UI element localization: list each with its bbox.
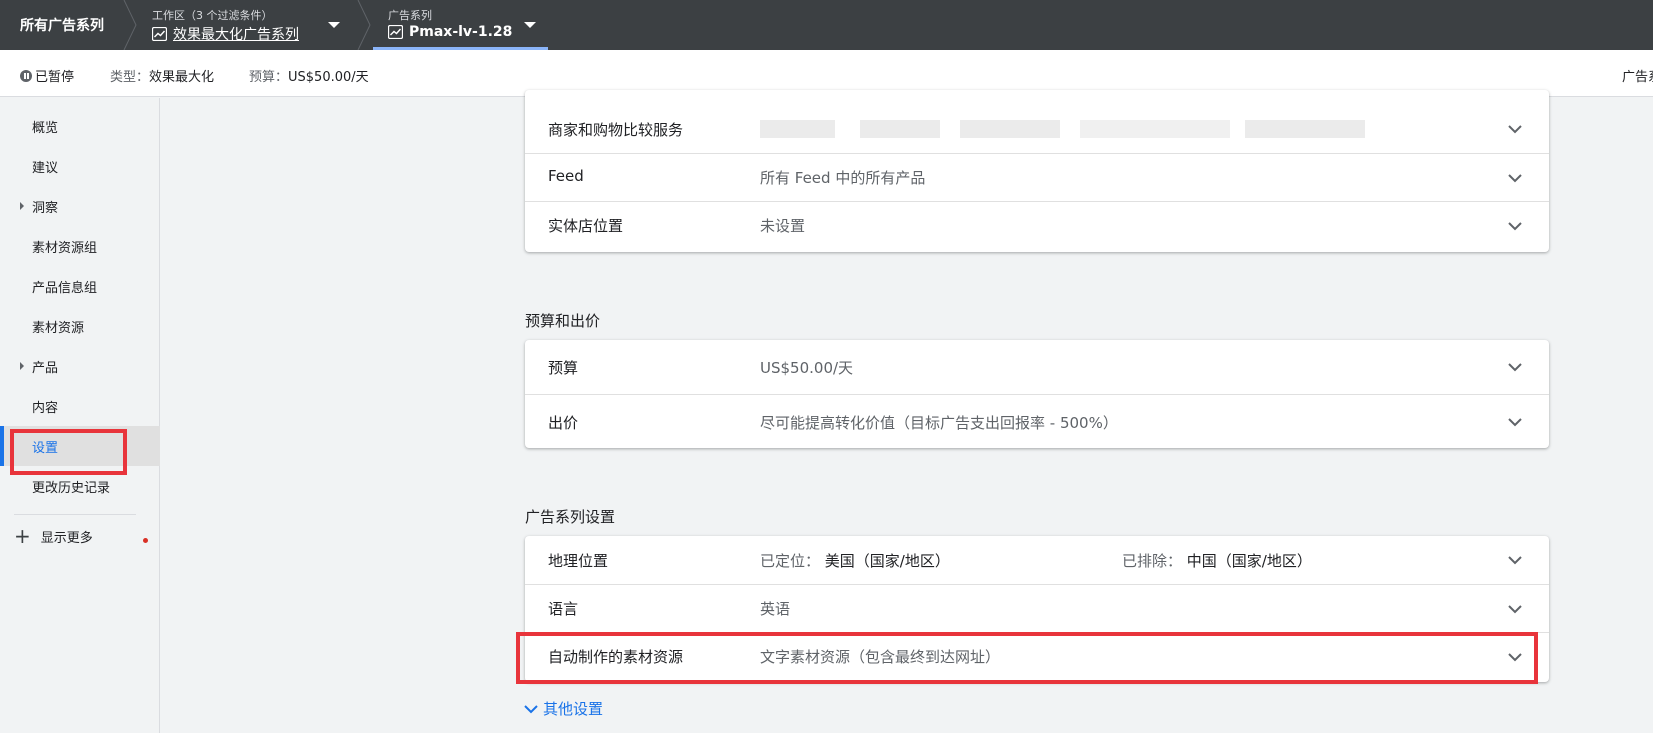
highlight-box-auto-assets bbox=[516, 632, 1538, 684]
location-label: 地理位置 bbox=[548, 552, 609, 570]
excluded-value: 中国（国家/地区） bbox=[1186, 552, 1312, 570]
campaign-settings-title: 广告系列设置 bbox=[525, 508, 616, 526]
chevron-down-icon bbox=[524, 704, 538, 713]
budget-section-title: 预算和出价 bbox=[525, 312, 601, 330]
redacted-value bbox=[1245, 120, 1365, 138]
plus-icon: + bbox=[14, 524, 31, 548]
store-label: 实体店位置 bbox=[548, 217, 624, 235]
campaign-type: 类型：效果最大化 bbox=[110, 66, 214, 85]
feed-label: Feed bbox=[548, 167, 584, 185]
excluded-label: 已排除： bbox=[1122, 552, 1183, 570]
campaign-chart-icon bbox=[388, 25, 403, 39]
budget-bidding-card: 预算 US$50.00/天 出价 尽可能提高转化价值（目标广告支出回报率 - 5… bbox=[525, 340, 1549, 448]
feed-row[interactable]: Feed 所有 Feed 中的所有产品 bbox=[525, 153, 1549, 201]
budget-label: 预算： bbox=[249, 70, 289, 85]
campaign-dropdown-icon[interactable] bbox=[524, 22, 536, 28]
campaign-budget[interactable]: 预算：US$50.00/天 bbox=[249, 66, 369, 85]
breadcrumb-all-campaigns[interactable]: 所有广告系列 bbox=[0, 0, 122, 50]
location-row[interactable]: 地理位置 已定位： 美国（国家/地区） 已排除： 中国（国家/地区） bbox=[525, 536, 1549, 584]
sidebar-item-content[interactable]: 内容 bbox=[0, 386, 160, 426]
budget-row[interactable]: 预算 US$50.00/天 bbox=[525, 340, 1549, 394]
sidebar-item-asset-groups[interactable]: 素材资源组 bbox=[0, 226, 160, 266]
redacted-value bbox=[960, 120, 1060, 138]
sidebar-item-label: 洞察 bbox=[32, 200, 59, 216]
breadcrumb-root-label: 所有广告系列 bbox=[20, 18, 104, 34]
language-label: 语言 bbox=[548, 600, 579, 618]
type-label: 类型： bbox=[110, 70, 150, 85]
sidebar-item-label: 产品信息组 bbox=[32, 280, 98, 296]
breadcrumb-separator bbox=[357, 0, 371, 50]
targeted-value: 美国（国家/地区） bbox=[824, 552, 950, 570]
store-value: 未设置 bbox=[760, 217, 806, 235]
chevron-down-icon[interactable] bbox=[1507, 121, 1523, 137]
chevron-down-icon[interactable] bbox=[1507, 601, 1523, 617]
sidebar-item-label: 建议 bbox=[32, 160, 59, 176]
bidding-label: 出价 bbox=[548, 414, 579, 432]
language-row[interactable]: 语言 英语 bbox=[525, 584, 1549, 632]
bidding-value: 尽可能提高转化价值（目标广告支出回报率 - 500%） bbox=[760, 414, 1118, 432]
chevron-down-icon[interactable] bbox=[1507, 218, 1523, 234]
redacted-value bbox=[760, 120, 835, 138]
breadcrumb-campaign[interactable]: 广告系列 Pmax-lv-1.28 bbox=[376, 0, 551, 50]
campaign-chart-icon bbox=[152, 27, 167, 41]
status-badge[interactable]: 已暂停 bbox=[20, 66, 74, 85]
expand-triangle-icon[interactable] bbox=[20, 362, 24, 370]
sidebar-item-label: 概览 bbox=[32, 120, 59, 136]
workspace-value[interactable]: 效果最大化广告系列 bbox=[173, 24, 299, 44]
status-text: 已暂停 bbox=[35, 70, 75, 85]
workspace-label: 工作区（3 个过滤条件） bbox=[152, 9, 273, 22]
sidebar-nav: 概览 建议 洞察 素材资源组 产品信息组 素材资源 产品 内容 设置 更改历史记… bbox=[0, 98, 160, 733]
budget-row-label: 预算 bbox=[548, 359, 579, 377]
redacted-value bbox=[1080, 120, 1230, 138]
sidebar-item-overview[interactable]: 概览 bbox=[0, 106, 160, 146]
sidebar-item-products[interactable]: 产品 bbox=[0, 346, 160, 386]
sidebar-item-assets[interactable]: 素材资源 bbox=[0, 306, 160, 346]
breadcrumb-workspace[interactable]: 工作区（3 个过滤条件） 效果最大化广告系列 bbox=[140, 0, 350, 50]
show-more-label: 显示更多 bbox=[40, 530, 93, 546]
budget-value: US$50.00/天 bbox=[288, 70, 369, 85]
sidebar-item-listing-groups[interactable]: 产品信息组 bbox=[0, 266, 160, 306]
notification-dot bbox=[143, 538, 148, 543]
sidebar-item-label: 产品 bbox=[32, 360, 59, 376]
redacted-value bbox=[860, 120, 940, 138]
other-settings-link[interactable]: 其他设置 bbox=[523, 698, 603, 719]
budget-row-value: US$50.00/天 bbox=[760, 359, 854, 377]
paused-icon bbox=[20, 70, 32, 82]
shopping-settings-card: 商家和购物比较服务 Feed 所有 Feed 中的所有产品 实体店位置 未设置 bbox=[525, 90, 1549, 252]
other-settings-label: 其他设置 bbox=[543, 700, 604, 718]
sidebar-item-insights[interactable]: 洞察 bbox=[0, 186, 160, 226]
chevron-down-icon[interactable] bbox=[1507, 414, 1523, 430]
expand-triangle-icon[interactable] bbox=[20, 202, 24, 210]
highlight-box-settings bbox=[10, 429, 127, 475]
sidebar-item-label: 更改历史记录 bbox=[32, 480, 111, 496]
show-more-button[interactable]: + 显示更多 bbox=[14, 526, 93, 546]
language-value: 英语 bbox=[760, 600, 791, 618]
merchant-row[interactable]: 商家和购物比较服务 bbox=[525, 105, 1549, 153]
store-location-row[interactable]: 实体店位置 未设置 bbox=[525, 201, 1549, 249]
sidebar-divider bbox=[14, 514, 136, 515]
sidebar-item-label: 素材资源 bbox=[32, 320, 85, 336]
sidebar-item-label: 内容 bbox=[32, 400, 59, 416]
feed-value: 所有 Feed 中的所有产品 bbox=[760, 169, 926, 187]
campaign-value: Pmax-lv-1.28 bbox=[409, 24, 513, 40]
targeted-label: 已定位： bbox=[760, 552, 821, 570]
sidebar-item-label: 素材资源组 bbox=[32, 240, 98, 256]
chevron-down-icon[interactable] bbox=[1507, 359, 1523, 375]
bidding-row[interactable]: 出价 尽可能提高转化价值（目标广告支出回报率 - 500%） bbox=[525, 394, 1549, 448]
sidebar-item-recommendations[interactable]: 建议 bbox=[0, 146, 160, 186]
location-targeted: 已定位： 美国（国家/地区） bbox=[760, 550, 950, 571]
workspace-dropdown-icon[interactable] bbox=[328, 22, 340, 28]
merchant-label: 商家和购物比较服务 bbox=[548, 121, 684, 139]
status-right-text: 广告系 bbox=[1622, 70, 1653, 85]
campaign-label: 广告系列 bbox=[388, 9, 432, 22]
chevron-down-icon[interactable] bbox=[1507, 552, 1523, 568]
top-bar: 所有广告系列 工作区（3 个过滤条件） 效果最大化广告系列 广告系列 Pmax-… bbox=[0, 0, 1653, 50]
type-value: 效果最大化 bbox=[149, 70, 215, 85]
chevron-down-icon[interactable] bbox=[1507, 170, 1523, 186]
breadcrumb-separator bbox=[123, 0, 137, 50]
location-excluded: 已排除： 中国（国家/地区） bbox=[1122, 550, 1312, 571]
